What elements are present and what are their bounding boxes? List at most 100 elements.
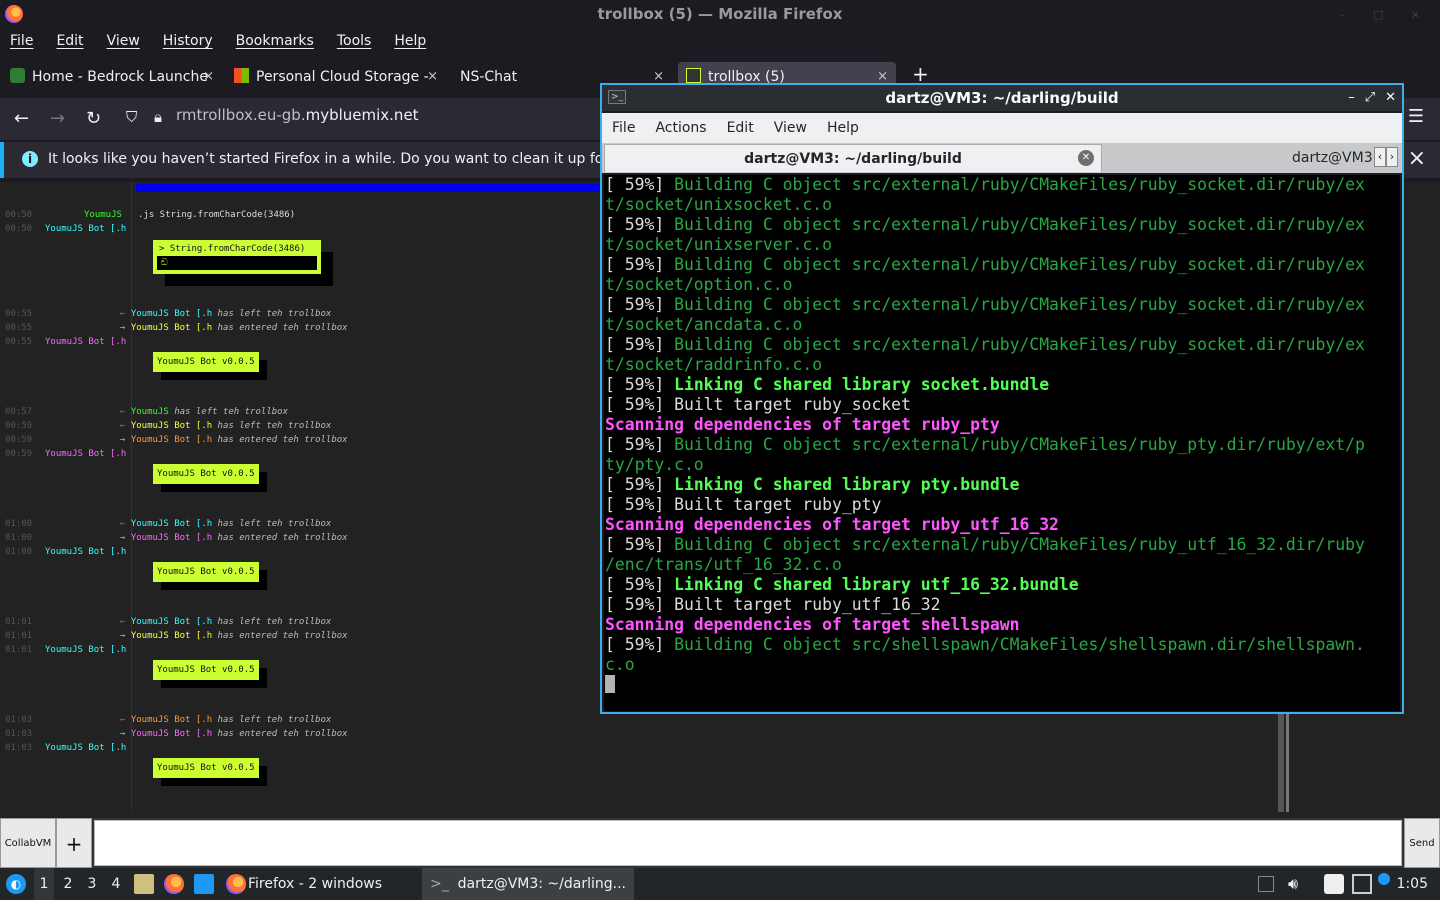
chat-event: → YoumuJS Bot [.h has entered teh trollb… [120, 631, 348, 641]
hamburger-menu-icon[interactable]: ☰ [1408, 106, 1424, 127]
terminal-app-icon[interactable]: >_ [608, 90, 626, 104]
chat-nick[interactable]: YoumuJS Bot [.h [45, 645, 126, 655]
tab-close-icon[interactable]: × [203, 62, 214, 92]
chat-nick[interactable]: YoumuJS Bot [.h [131, 729, 212, 739]
terminal-tab-close-icon[interactable]: ✕ [1078, 150, 1094, 166]
code-result-box: > String.fromCharCode(3486) ඞ [153, 240, 321, 274]
terminal-line: [ 59%] Linking C shared library socket.b… [605, 375, 1400, 395]
workspace-3[interactable]: 3 [82, 868, 102, 900]
volume-icon[interactable]: 🔊︎ [1288, 874, 1308, 894]
chat-event-text: has entered teh trollbox [217, 435, 348, 445]
chat-nick[interactable]: YoumuJS Bot [.h [45, 224, 126, 234]
terminal-line: [ 59%] Built target ruby_pty [605, 495, 1400, 515]
shield-icon[interactable]: ⛉ [126, 108, 137, 126]
collabvm-label[interactable]: CollabVM [0, 818, 56, 868]
file-manager-icon[interactable] [134, 874, 154, 894]
tray-up-icon[interactable] [1258, 876, 1274, 892]
tab-close-icon[interactable]: × [427, 62, 438, 92]
term-menu-edit[interactable]: Edit [727, 113, 754, 143]
workspace-1[interactable]: 1 [34, 868, 54, 900]
clipboard-icon[interactable] [1324, 874, 1344, 894]
terminal-output[interactable]: [ 59%] Building C object src/external/ru… [604, 175, 1400, 711]
chat-nick[interactable]: YoumuJS [131, 407, 169, 417]
workspace-4[interactable]: 4 [106, 868, 126, 900]
minimize-icon[interactable]: – [1348, 90, 1355, 105]
reload-icon[interactable]: ↻ [86, 108, 101, 129]
menu-bookmarks[interactable]: Bookmarks [236, 28, 314, 54]
firefox-launcher-icon[interactable] [164, 874, 184, 894]
chat-nick[interactable]: YoumuJS Bot [.h [131, 617, 212, 627]
forward-arrow-icon[interactable]: → [50, 108, 65, 129]
firefox-task[interactable]: Firefox - 2 windows [224, 868, 382, 900]
chat-timestamp: 00:59 [5, 421, 33, 431]
terminal-line-text: ty/pty.c.o [605, 455, 704, 474]
terminal-line-text: t/socket/option.c.o [605, 275, 793, 294]
chat-nick[interactable]: YoumuJS Bot [.h [131, 519, 212, 529]
terminal-line-text: Building C object src/external/ruby/CMak… [674, 215, 1365, 234]
term-menu-help[interactable]: Help [827, 113, 859, 143]
terminal-menubar: File Actions Edit View Help [602, 113, 1402, 143]
terminal-tab-active[interactable]: dartz@VM3: ~/darling/build [604, 144, 1102, 172]
chat-nick[interactable]: YoumuJS Bot [.h [131, 421, 212, 431]
terminal-line-text: Building C object src/external/ruby/CMak… [674, 255, 1365, 274]
chat-nick[interactable]: YoumuJS Bot [.h [131, 715, 212, 725]
menu-history[interactable]: History [163, 28, 213, 54]
chat-nick[interactable]: YoumuJS [84, 210, 122, 220]
chat-nick[interactable]: YoumuJS Bot [.h [131, 533, 212, 543]
clock: 1:05 [1396, 876, 1428, 892]
term-menu-view[interactable]: View [774, 113, 807, 143]
chat-scrollbar-thumb[interactable] [1286, 712, 1289, 812]
build-progress: [ 59%] [605, 255, 675, 274]
menu-file[interactable]: File [10, 28, 33, 54]
start-menu-icon[interactable]: ◐ [6, 874, 26, 894]
menu-edit[interactable]: Edit [56, 28, 83, 54]
build-progress: [ 59%] [605, 475, 675, 494]
terminal-line: [ 59%] Building C object src/external/ru… [605, 175, 1400, 195]
leave-arrow-icon: ← [120, 309, 126, 319]
chat-nick[interactable]: YoumuJS Bot [.h [45, 743, 126, 753]
menu-view[interactable]: View [107, 28, 140, 54]
close-icon[interactable]: ✕ [1385, 90, 1396, 105]
chat-nick[interactable]: YoumuJS Bot [.h [131, 435, 212, 445]
network-icon[interactable] [1352, 874, 1372, 894]
chat-scrollbar[interactable] [1278, 712, 1284, 812]
chat-input[interactable] [94, 820, 1402, 866]
url-bar[interactable]: rmtrollbox.eu-gb.mybluemix.net [176, 106, 419, 124]
leave-arrow-icon: ← [120, 715, 126, 725]
back-arrow-icon[interactable]: ← [14, 108, 29, 129]
send-button[interactable]: Send [1404, 818, 1440, 868]
terminal-line: [ 59%] Linking C shared library pty.bund… [605, 475, 1400, 495]
tab-bedrock[interactable]: Home - Bedrock Launche × [10, 62, 214, 92]
notifications-icon[interactable] [1378, 873, 1390, 885]
chat-nick[interactable]: YoumuJS Bot [.h [131, 323, 212, 333]
window-controls[interactable]: – □ × [1340, 8, 1432, 21]
terminal-line-text: t/socket/unixserver.c.o [605, 235, 832, 254]
chevron-left-icon[interactable]: ‹ [1374, 147, 1386, 167]
terminal-line-text: Building C object src/external/ruby/CMak… [674, 175, 1365, 194]
lock-icon[interactable]: 🔒︎ [154, 108, 162, 126]
term-menu-file[interactable]: File [612, 113, 635, 143]
build-progress: [ 59%] [605, 295, 675, 314]
terminal-line: ty/pty.c.o [605, 455, 1400, 475]
desktop-icon[interactable] [194, 874, 214, 894]
terminal-task[interactable]: >_ dartz@VM3: ~/darling... [422, 868, 634, 900]
notification-text: It looks like you haven’t started Firefo… [48, 151, 632, 167]
maximize-icon[interactable]: ⤢ [1365, 90, 1375, 105]
terminal-tabbar: dartz@VM3: ~/darling/build ✕ dartz@VM3: … [602, 143, 1402, 173]
add-button[interactable]: + [56, 818, 92, 868]
chat-nick[interactable]: YoumuJS Bot [.h [45, 337, 126, 347]
chat-nick[interactable]: YoumuJS Bot [.h [131, 309, 212, 319]
terminal-tab-2[interactable]: dartz@VM3: ~ [1292, 144, 1372, 172]
tab-cloud-storage[interactable]: Personal Cloud Storage - × [234, 62, 438, 92]
workspace-2[interactable]: 2 [58, 868, 78, 900]
chat-event-text: has left teh trollbox [217, 519, 332, 529]
term-menu-actions[interactable]: Actions [655, 113, 706, 143]
chat-nick[interactable]: YoumuJS Bot [.h [45, 449, 126, 459]
menu-tools[interactable]: Tools [337, 28, 372, 54]
chat-timestamp: 01:03 [5, 729, 33, 739]
menu-help[interactable]: Help [394, 28, 426, 54]
chevron-right-icon[interactable]: › [1386, 147, 1398, 167]
notification-close-icon[interactable]: × [1408, 146, 1426, 171]
chat-nick[interactable]: YoumuJS Bot [.h [131, 631, 212, 641]
chat-nick[interactable]: YoumuJS Bot [.h [45, 547, 126, 557]
